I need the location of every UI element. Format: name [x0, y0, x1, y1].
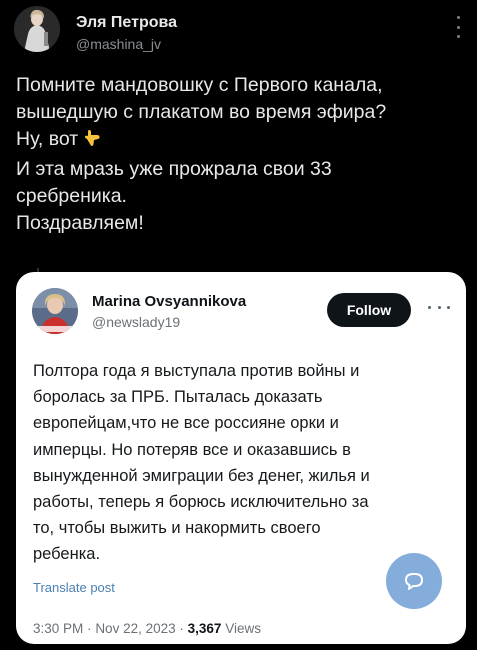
- post-text-line: сребреника.: [16, 185, 127, 207]
- post: Эля Петрова @mashina_jv Помните мандовош…: [0, 0, 477, 650]
- post-text: Помните мандовошку с Первого канала, выш…: [16, 72, 466, 237]
- post-text-line-words: Ну, вот: [16, 128, 79, 150]
- post-time[interactable]: 3:30 PM: [33, 621, 83, 636]
- author-avatar[interactable]: [14, 6, 60, 52]
- quoted-author-name[interactable]: Marina Ovsyannikova: [92, 293, 246, 310]
- post-text-line: Помните мандовошку с Первого канала,: [16, 74, 383, 96]
- views-count: 3,367: [187, 621, 222, 636]
- quoted-post-card[interactable]: Marina Ovsyannikova @newslady19 Follow П…: [16, 272, 466, 644]
- post-text-line: Ну, вот: [16, 126, 466, 156]
- post-text-line: вышедшую с плакатом во время эфира?: [16, 101, 387, 123]
- post-date[interactable]: Nov 22, 2023: [95, 621, 175, 636]
- quoted-more-options-icon[interactable]: [428, 302, 450, 312]
- reply-bubble-icon: [405, 573, 423, 590]
- author-name[interactable]: Эля Петрова: [76, 14, 177, 32]
- quoted-text-line: то, чтобы выжить и накормить своего: [33, 519, 321, 538]
- quoted-text-line: европейцам,что не все россияне орки и: [33, 414, 339, 433]
- meta-separator: ·: [179, 621, 184, 636]
- pointing-down-hand-icon: [82, 128, 102, 156]
- author-handle[interactable]: @mashina_jv: [76, 36, 161, 52]
- post-text-line: И эта мразь уже прожрала свои 33: [16, 158, 332, 180]
- quoted-text-line: вынужденной эмиграции без денег, жилья и: [33, 466, 370, 485]
- quoted-text-line: имперцы. Но потеряв все и оказавшись в: [33, 440, 351, 459]
- post-meta: 3:30 PM · Nov 22, 2023 · 3,367 Views: [33, 621, 261, 636]
- follow-button[interactable]: Follow: [327, 293, 411, 327]
- quoted-text-line: боролась за ПРБ. Пыталась доказать: [33, 388, 323, 407]
- quoted-text-line: работы, теперь я борюсь исключительно за: [33, 493, 369, 512]
- quoted-post-text: Полтора года я выступала против войны и …: [33, 358, 458, 568]
- translate-post-link[interactable]: Translate post: [33, 580, 115, 595]
- post-text-line: Поздравляем!: [16, 212, 144, 234]
- more-options-icon[interactable]: [453, 16, 463, 38]
- quoted-author-avatar[interactable]: [32, 288, 78, 334]
- quoted-text-line: Полтора года я выступала против войны и: [33, 362, 360, 380]
- quoted-author-handle[interactable]: @newslady19: [92, 314, 180, 330]
- views-label: Views: [225, 621, 261, 636]
- reply-fab-button[interactable]: [386, 553, 442, 609]
- meta-separator: ·: [87, 621, 92, 636]
